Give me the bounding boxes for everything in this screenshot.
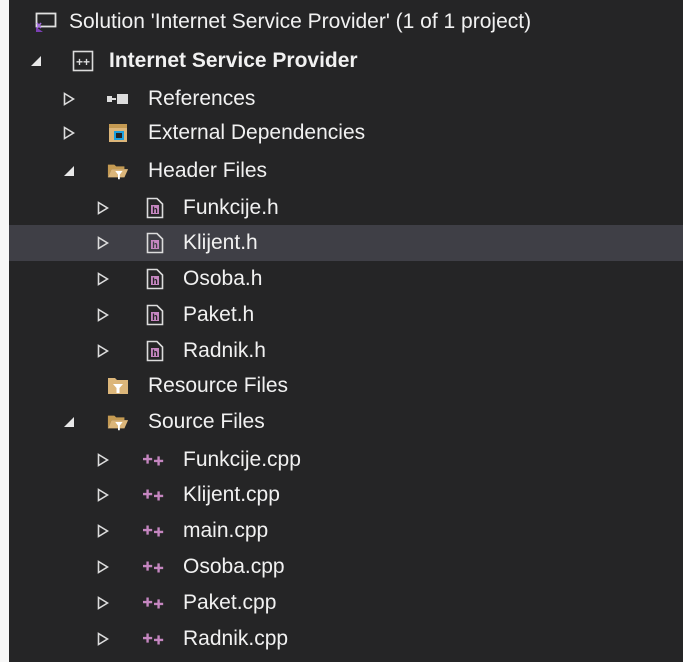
tree-item-klijent-h[interactable]: h Klijent.h	[9, 225, 683, 261]
expand-arrow-icon[interactable]	[95, 333, 111, 369]
header-file-icon: h	[144, 304, 166, 326]
tree-item-radnik-h[interactable]: h Radnik.h	[9, 333, 683, 369]
svg-text:h: h	[152, 348, 158, 358]
collapse-arrow-icon[interactable]	[61, 404, 77, 440]
collapse-arrow-icon[interactable]	[61, 153, 77, 189]
expand-arrow-icon[interactable]	[61, 115, 77, 151]
tree-item-main-cpp[interactable]: main.cpp	[9, 513, 683, 549]
file-label: main.cpp	[183, 519, 269, 542]
svg-text:h: h	[152, 312, 158, 322]
svg-text:h: h	[152, 205, 158, 215]
cpp-file-icon	[143, 520, 165, 542]
expand-arrow-icon[interactable]	[95, 513, 111, 549]
tree-item-paket-cpp[interactable]: Paket.cpp	[9, 585, 683, 621]
tree-item-paket-h[interactable]: h Paket.h	[9, 297, 683, 333]
source-files-label: Source Files	[148, 410, 265, 433]
tree-item-osoba-h[interactable]: h Osoba.h	[9, 261, 683, 297]
cpp-file-icon	[143, 556, 165, 578]
cpp-project-icon: ++	[72, 50, 94, 72]
expand-arrow-icon[interactable]	[95, 549, 111, 585]
tree-item-references[interactable]: References	[9, 81, 683, 117]
tree-item-funkcije-h[interactable]: h Funkcije.h	[9, 190, 683, 226]
references-label: References	[148, 87, 256, 110]
svg-text:h: h	[152, 240, 158, 250]
tree-item-solution[interactable]: Solution 'Internet Service Provider' (1 …	[9, 4, 683, 40]
file-label: Radnik.h	[183, 339, 266, 362]
file-label: Osoba.cpp	[183, 555, 285, 578]
filter-folder-icon	[107, 375, 129, 397]
tree-item-external-dependencies[interactable]: External Dependencies	[9, 115, 683, 151]
filter-folder-open-icon	[107, 160, 129, 182]
solution-label: Solution 'Internet Service Provider' (1 …	[69, 10, 532, 33]
solution-explorer-tree: Solution 'Internet Service Provider' (1 …	[9, 0, 683, 662]
header-file-icon: h	[144, 268, 166, 290]
cpp-file-icon	[143, 628, 165, 650]
file-label: Paket.cpp	[183, 591, 277, 614]
external-dependencies-label: External Dependencies	[148, 121, 366, 144]
cpp-file-icon	[143, 592, 165, 614]
tree-item-resource-files[interactable]: Resource Files	[9, 368, 683, 404]
file-label: Paket.h	[183, 303, 255, 326]
tree-item-funkcije-cpp[interactable]: Funkcije.cpp	[9, 442, 683, 478]
header-file-icon: h	[144, 232, 166, 254]
svg-text:h: h	[152, 276, 158, 286]
file-label: Klijent.cpp	[183, 483, 280, 506]
filter-folder-open-icon	[107, 411, 129, 433]
expand-arrow-icon[interactable]	[95, 621, 111, 657]
header-file-icon: h	[144, 340, 166, 362]
tree-item-radnik-cpp[interactable]: Radnik.cpp	[9, 621, 683, 657]
expand-arrow-icon[interactable]	[61, 81, 77, 117]
expand-arrow-icon[interactable]	[95, 225, 111, 261]
expand-arrow-icon[interactable]	[95, 190, 111, 226]
references-icon	[107, 88, 129, 110]
cpp-file-icon	[143, 484, 165, 506]
tree-item-project[interactable]: ++ Internet Service Provider	[9, 43, 683, 79]
expand-arrow-icon[interactable]	[95, 477, 111, 513]
file-label: Osoba.h	[183, 267, 263, 290]
svg-text:++: ++	[76, 55, 90, 69]
file-label: Radnik.cpp	[183, 627, 289, 650]
tree-item-klijent-cpp[interactable]: Klijent.cpp	[9, 477, 683, 513]
header-file-icon: h	[144, 197, 166, 219]
tree-item-source-files[interactable]: Source Files	[9, 404, 683, 440]
expand-arrow-icon[interactable]	[95, 261, 111, 297]
collapse-arrow-icon[interactable]	[28, 43, 44, 79]
file-label: Funkcije.cpp	[183, 448, 301, 471]
tree-item-osoba-cpp[interactable]: Osoba.cpp	[9, 549, 683, 585]
expand-arrow-icon[interactable]	[95, 442, 111, 478]
expand-arrow-icon[interactable]	[95, 585, 111, 621]
header-files-label: Header Files	[148, 159, 268, 182]
cpp-file-icon	[143, 449, 165, 471]
project-label: Internet Service Provider	[109, 49, 358, 72]
resource-files-label: Resource Files	[148, 374, 289, 397]
file-label: Funkcije.h	[183, 196, 279, 219]
file-label: Klijent.h	[183, 231, 258, 254]
external-dependencies-icon	[107, 122, 129, 144]
expand-arrow-icon[interactable]	[95, 297, 111, 333]
solution-icon	[35, 11, 57, 33]
tree-item-header-files[interactable]: Header Files	[9, 153, 683, 189]
